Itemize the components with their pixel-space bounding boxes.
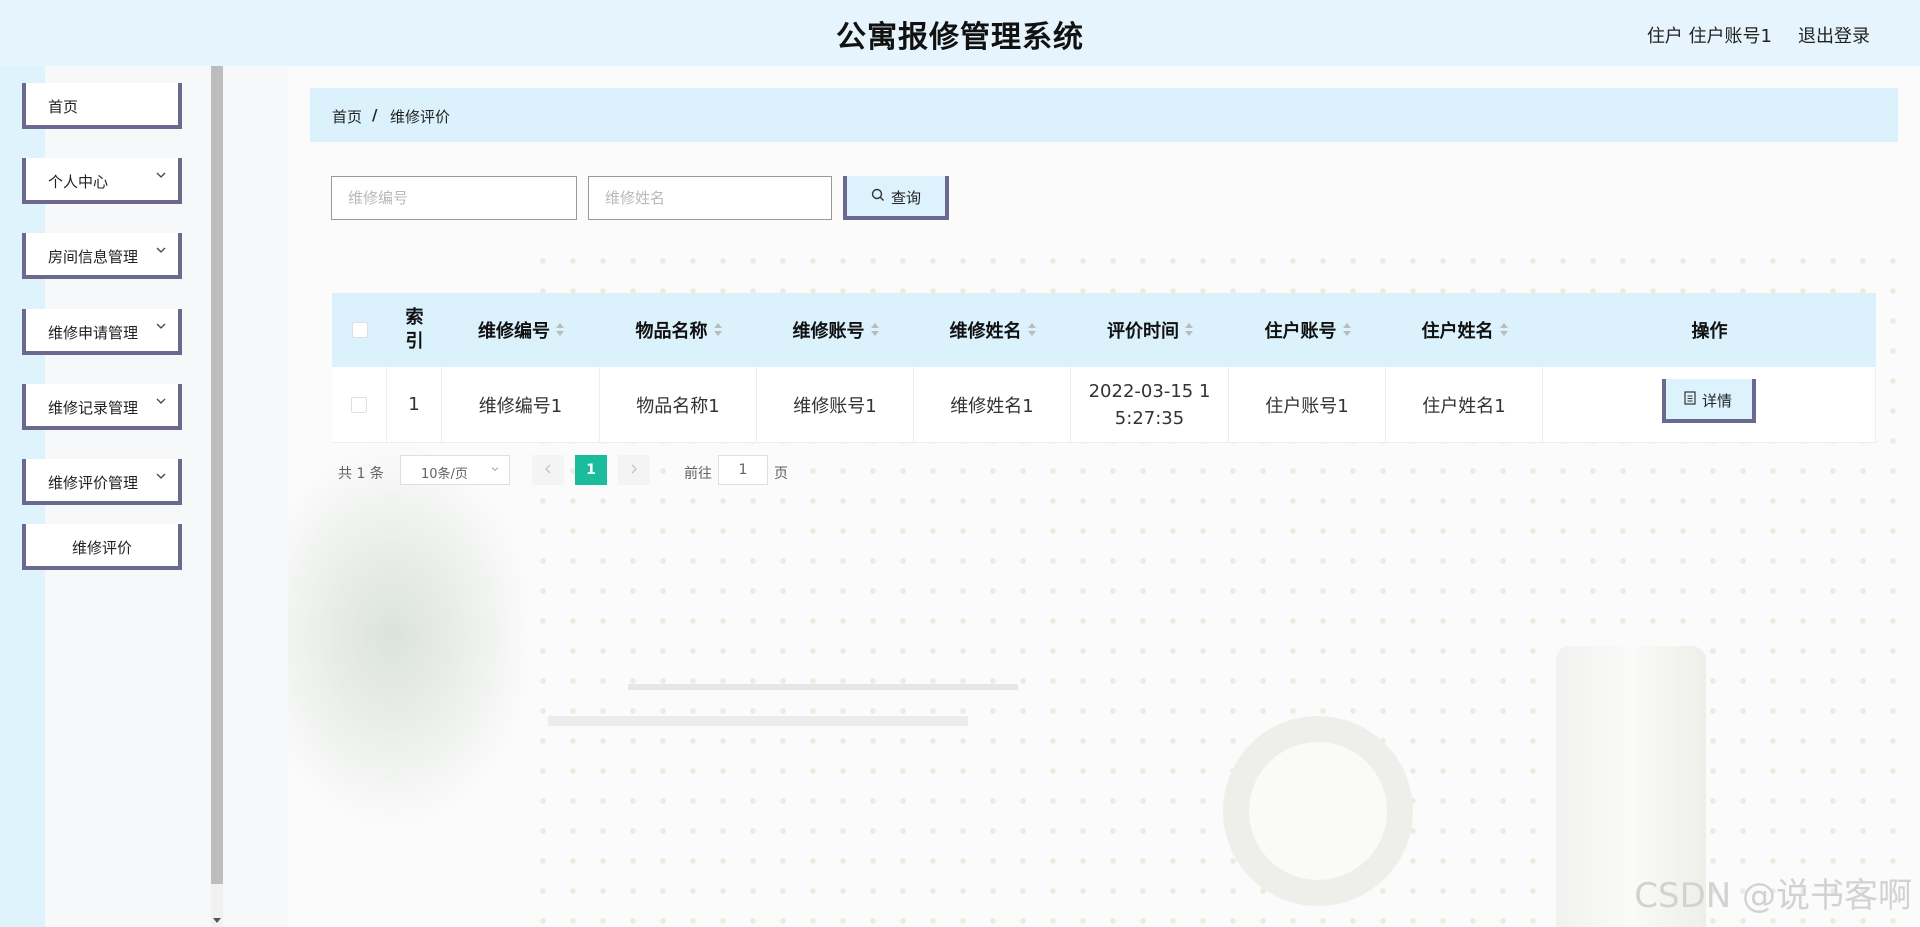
cell-index: 1 — [387, 367, 442, 442]
breadcrumb: 首页 / 维修评价 — [310, 88, 1898, 142]
sidebar-item-label: 维修评价管理 — [48, 474, 139, 492]
chevron-down-icon — [156, 247, 166, 253]
shelf-decoration — [548, 716, 968, 726]
sidebar-item-label: 维修申请管理 — [48, 324, 139, 342]
shelf-decoration — [628, 684, 1018, 690]
top-header: 公寓报修管理系统 住户 住户账号1 退出登录 — [0, 0, 1920, 66]
column-header-repair-account[interactable]: 维修账号 — [757, 293, 914, 367]
sort-icon[interactable] — [1027, 323, 1036, 337]
row-select-cell — [332, 367, 387, 442]
detail-button[interactable]: 详情 — [1662, 378, 1756, 423]
breadcrumb-current: 维修评价 — [390, 108, 451, 126]
sidebar: 首页 个人中心 房间信息管理 维修申请管理 维修记录管理 维修评价管理 维修评价 — [0, 66, 210, 927]
sidebar-item-label: 首页 — [48, 98, 79, 116]
column-header-item-name[interactable]: 物品名称 — [600, 293, 757, 367]
document-icon — [1684, 390, 1696, 405]
query-button[interactable]: 查询 — [843, 176, 949, 220]
logout-link[interactable]: 退出登录 — [1798, 22, 1870, 48]
column-header-repair-no[interactable]: 维修编号 — [442, 293, 600, 367]
breadcrumb-home[interactable]: 首页 — [332, 106, 362, 127]
scroll-down-icon[interactable] — [213, 918, 221, 923]
chevron-left-icon — [545, 464, 551, 474]
chevron-down-icon — [156, 473, 166, 479]
repair-name-search-input[interactable] — [588, 176, 832, 220]
cell-repair-account: 维修账号1 — [757, 367, 914, 442]
page-unit-label: 页 — [774, 466, 788, 482]
column-header-eval-time[interactable]: 评价时间 — [1071, 293, 1229, 367]
prev-page-button[interactable] — [532, 455, 564, 485]
query-button-label: 查询 — [891, 189, 922, 207]
page-size-select[interactable]: 10条/页 — [400, 455, 510, 485]
column-header-resident-account[interactable]: 住户账号 — [1229, 293, 1386, 367]
chevron-down-icon — [156, 172, 166, 178]
sidebar-item-label: 房间信息管理 — [48, 248, 139, 266]
column-header-index[interactable]: 索引 — [387, 293, 442, 367]
select-all-checkbox[interactable] — [351, 322, 368, 338]
chevron-down-icon — [491, 467, 499, 472]
goto-label: 前往 — [684, 466, 712, 482]
sidebar-item-label: 维修记录管理 — [48, 399, 139, 417]
row-checkbox[interactable] — [351, 396, 367, 413]
column-header-resident-name[interactable]: 住户姓名 — [1386, 293, 1543, 367]
sort-icon[interactable] — [1342, 323, 1351, 337]
table-row: 1 维修编号1 物品名称1 维修账号1 维修姓名1 2022-03-15 15:… — [332, 367, 1876, 443]
sort-icon[interactable] — [1499, 323, 1508, 337]
table-header: 索引 维修编号 物品名称 维修账号 维修姓名 评价时间 住户账号 住户姓名 操作 — [332, 293, 1876, 367]
cell-item-name: 物品名称1 — [600, 367, 757, 442]
total-count: 共 1 条 — [338, 466, 384, 482]
sidebar-subitem-repair-evaluation[interactable]: 维修评价 — [22, 524, 182, 570]
sidebar-item-room-info[interactable]: 房间信息管理 — [22, 233, 182, 279]
sidebar-item-repair-evaluation[interactable]: 维修评价管理 — [22, 459, 182, 505]
watermark: CSDN @说书客啊 — [1634, 876, 1912, 916]
page-number-active[interactable]: 1 — [575, 455, 607, 485]
app-title: 公寓报修管理系统 — [836, 20, 1084, 55]
sidebar-subitem-label: 维修评价 — [71, 539, 132, 557]
scrollbar-thumb[interactable] — [211, 66, 223, 884]
search-icon — [871, 188, 884, 201]
cell-resident-account: 住户账号1 — [1229, 367, 1386, 442]
goto-page-input[interactable] — [718, 455, 768, 485]
sidebar-item-personal-center[interactable]: 个人中心 — [22, 158, 182, 204]
page-size-value: 10条/页 — [421, 467, 468, 482]
column-header-repair-name[interactable]: 维修姓名 — [914, 293, 1071, 367]
chevron-right-icon — [631, 464, 637, 474]
chevron-down-icon — [156, 398, 166, 404]
sort-icon[interactable] — [556, 323, 564, 337]
sidebar-item-repair-request[interactable]: 维修申请管理 — [22, 309, 182, 355]
sidebar-item-repair-record[interactable]: 维修记录管理 — [22, 384, 182, 430]
breadcrumb-separator: / — [372, 106, 378, 124]
sidebar-item-home[interactable]: 首页 — [22, 83, 182, 129]
detail-button-label: 详情 — [1702, 391, 1733, 410]
chevron-down-icon — [156, 323, 166, 329]
column-header-action: 操作 — [1691, 321, 1728, 342]
ring-decoration — [1223, 716, 1413, 906]
cell-eval-time: 2022-03-15 15:27:35 — [1071, 367, 1229, 442]
next-page-button[interactable] — [618, 455, 650, 485]
header-select-cell — [332, 293, 387, 367]
sidebar-item-label: 个人中心 — [48, 173, 109, 191]
current-user: 住户 住户账号1 — [1646, 26, 1772, 47]
sort-icon[interactable] — [713, 323, 722, 337]
sort-icon[interactable] — [870, 323, 879, 337]
repair-no-search-input[interactable] — [331, 176, 577, 220]
sort-icon[interactable] — [1185, 323, 1193, 337]
cell-resident-name: 住户姓名1 — [1386, 367, 1543, 442]
cell-repair-name: 维修姓名1 — [914, 367, 1071, 442]
sidebar-scrollbar[interactable] — [211, 66, 223, 927]
plant-decoration — [288, 426, 548, 846]
cell-repair-no: 维修编号1 — [442, 367, 600, 442]
cell-action: 详情 — [1543, 367, 1876, 442]
